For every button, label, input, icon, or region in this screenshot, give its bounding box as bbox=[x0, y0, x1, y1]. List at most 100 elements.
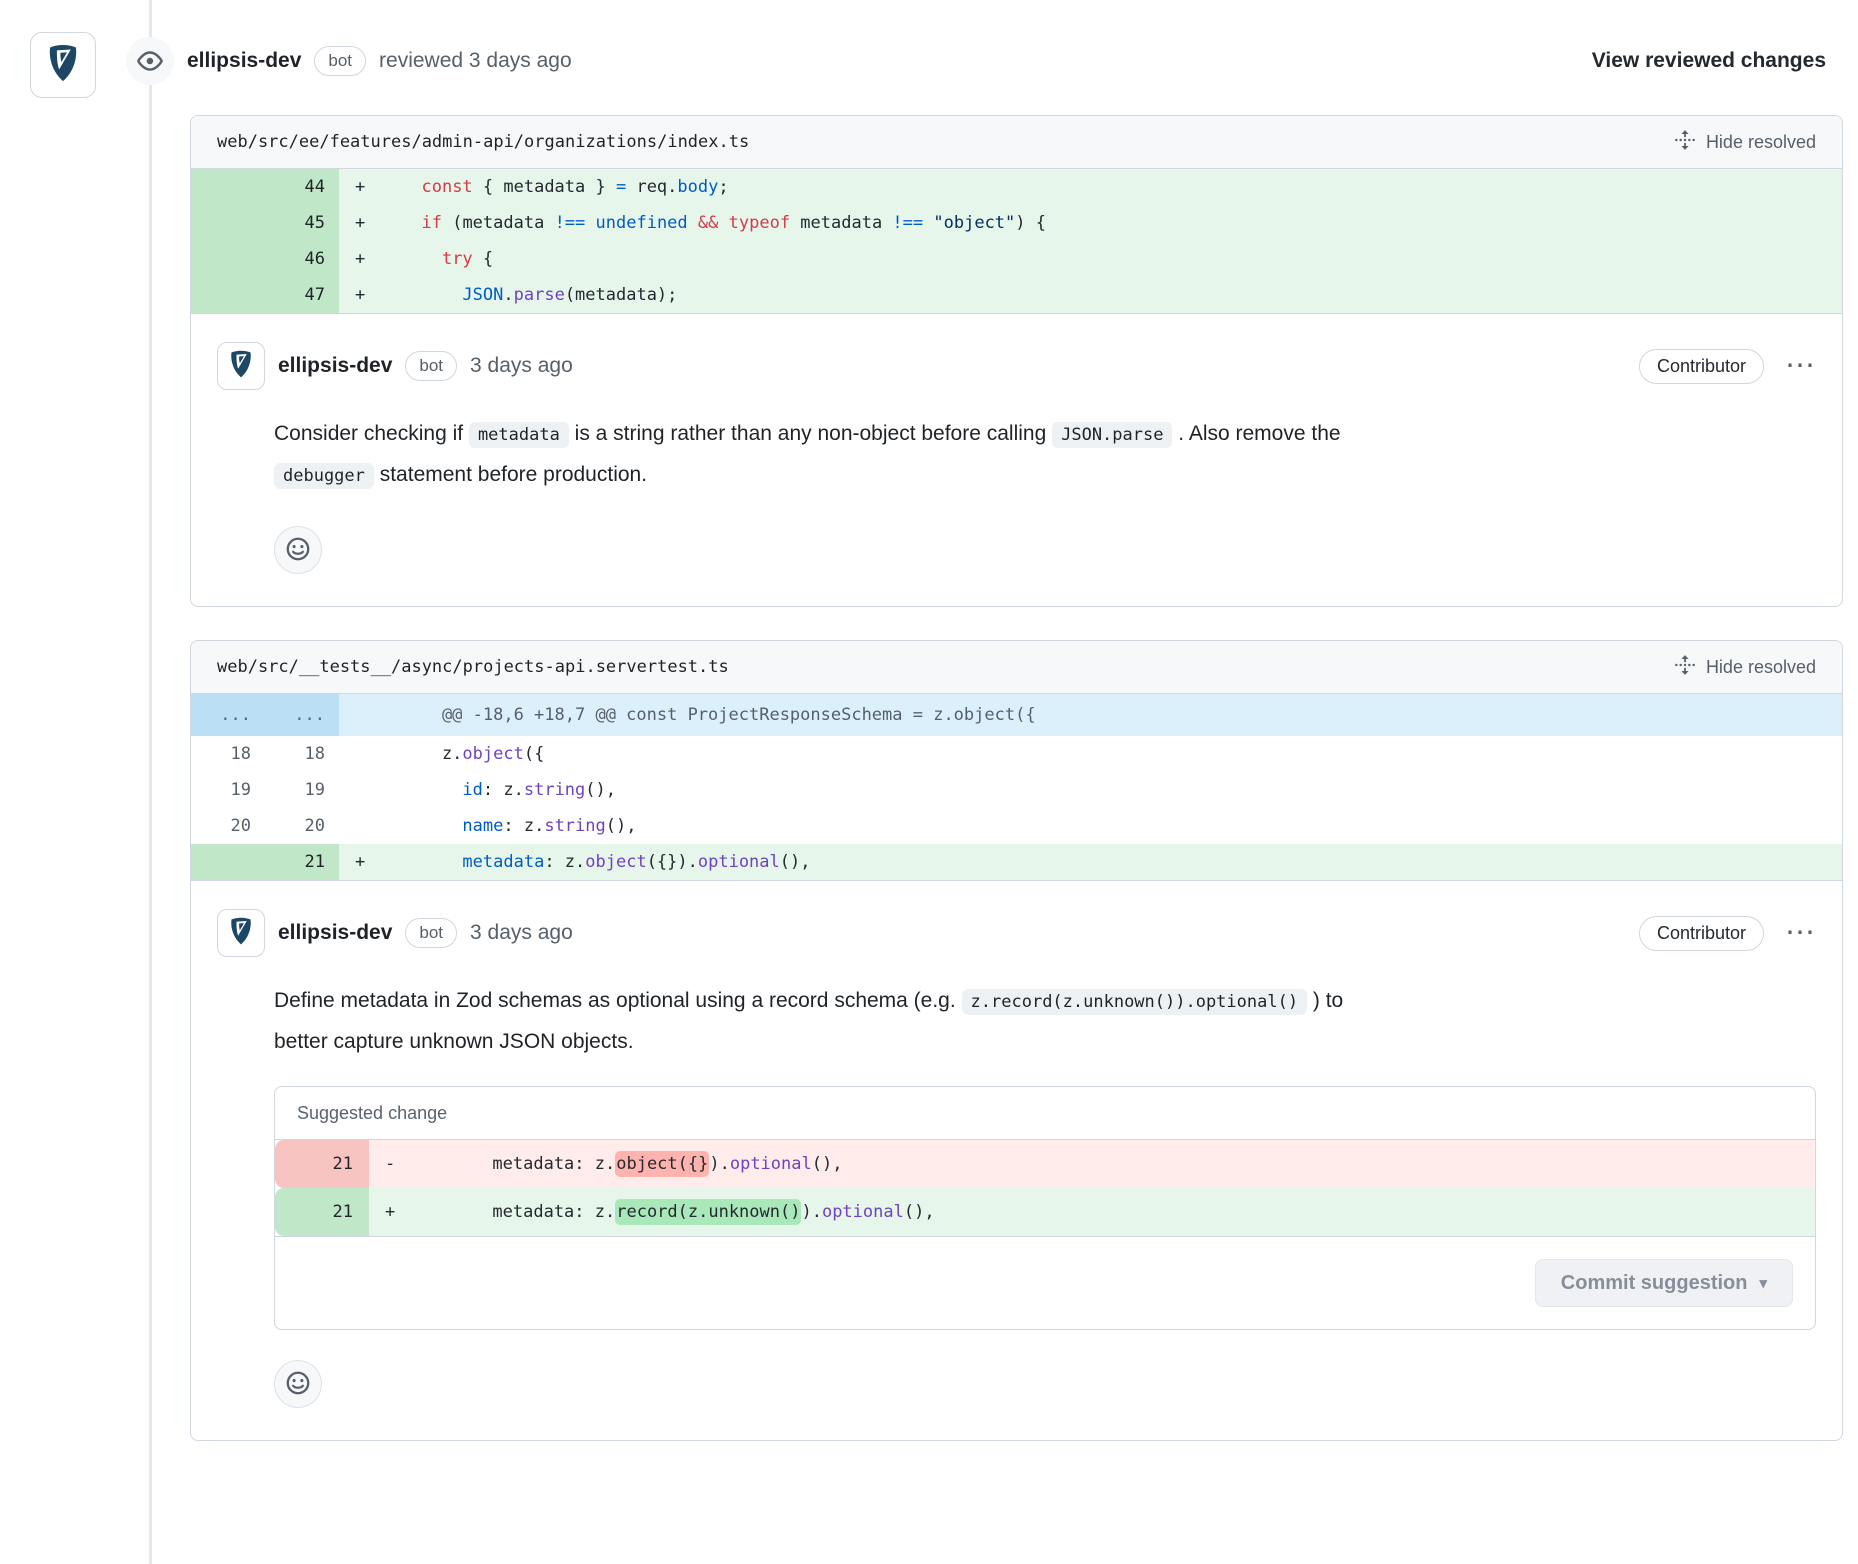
pull-request-review: ellipsis-dev bot reviewed 3 days ago Vie… bbox=[0, 0, 1858, 1564]
line-number-old: 20 bbox=[191, 808, 265, 844]
line-number-old: 19 bbox=[191, 772, 265, 808]
diff-row: ...... @@ -18,6 +18,7 @@ const ProjectRe… bbox=[191, 694, 1842, 736]
diff-marker bbox=[339, 808, 401, 844]
diff-block: ...... @@ -18,6 +18,7 @@ const ProjectRe… bbox=[191, 694, 1842, 880]
line-number-new: 18 bbox=[265, 736, 339, 772]
review-author[interactable]: ellipsis-dev bbox=[187, 49, 301, 73]
diff-marker bbox=[339, 736, 401, 772]
diff-row: 44+ const { metadata } = req.body; bbox=[191, 169, 1842, 205]
review-thread-card-2: web/src/__tests__/async/projects-api.ser… bbox=[190, 640, 1843, 1441]
line-number: 21 bbox=[275, 1140, 369, 1188]
comment-header: ellipsis-dev bot 3 days ago Contributor … bbox=[217, 909, 1816, 957]
diff-marker: + bbox=[339, 205, 401, 241]
comment-author[interactable]: ellipsis-dev bbox=[278, 354, 392, 378]
line-number-old: 18 bbox=[191, 736, 265, 772]
line-number-new: 19 bbox=[265, 772, 339, 808]
inline-code: JSON.parse bbox=[1052, 422, 1172, 448]
line-number-new: 44 bbox=[265, 169, 339, 205]
review-action-text: reviewed 3 days ago bbox=[379, 49, 572, 73]
fold-icon bbox=[1674, 654, 1696, 681]
avatar[interactable] bbox=[217, 909, 265, 957]
diff-marker: + bbox=[339, 241, 401, 277]
kebab-menu[interactable]: ⋯ bbox=[1785, 918, 1816, 948]
ellipsis-dev-logo-icon bbox=[224, 914, 258, 953]
view-reviewed-changes-link[interactable]: View reviewed changes bbox=[1592, 49, 1826, 73]
line-number-old bbox=[191, 844, 265, 880]
add-reaction-button[interactable] bbox=[274, 526, 322, 574]
comment-body: Define metadata in Zod schemas as option… bbox=[274, 981, 1816, 1062]
timeline-line bbox=[149, 0, 152, 1564]
comment-timestamp[interactable]: 3 days ago bbox=[470, 354, 573, 378]
diff-row: 47+ JSON.parse(metadata); bbox=[191, 277, 1842, 313]
line-number-old bbox=[191, 169, 265, 205]
file-header: web/src/__tests__/async/projects-api.ser… bbox=[191, 641, 1842, 694]
code-line: metadata: z.object({}).optional(), bbox=[401, 844, 1842, 880]
comment-timestamp[interactable]: 3 days ago bbox=[470, 921, 573, 945]
comment-header: ellipsis-dev bot 3 days ago Contributor … bbox=[217, 342, 1816, 390]
hide-resolved-label: Hide resolved bbox=[1706, 132, 1816, 153]
line-number-new: 47 bbox=[265, 277, 339, 313]
diff-marker bbox=[339, 694, 401, 736]
avatar[interactable] bbox=[217, 342, 265, 390]
fold-icon bbox=[1674, 129, 1696, 156]
diff-row: 21- metadata: z.object({}).optional(), bbox=[275, 1140, 1815, 1188]
hide-resolved-button[interactable]: Hide resolved bbox=[1674, 654, 1816, 681]
code-line: const { metadata } = req.body; bbox=[401, 169, 1842, 205]
smiley-icon bbox=[285, 536, 311, 565]
comment-author[interactable]: ellipsis-dev bbox=[278, 921, 392, 945]
line-number-new: ... bbox=[265, 694, 339, 736]
code-line: JSON.parse(metadata); bbox=[401, 277, 1842, 313]
line-number: 21 bbox=[275, 1188, 369, 1236]
avatar[interactable] bbox=[30, 32, 96, 98]
code-line: metadata: z.record(z.unknown()).optional… bbox=[431, 1188, 1815, 1236]
inline-code: metadata bbox=[469, 422, 569, 448]
hide-resolved-label: Hide resolved bbox=[1706, 657, 1816, 678]
code-line: metadata: z.object({}).optional(), bbox=[431, 1140, 1815, 1188]
code-line: id: z.string(), bbox=[401, 772, 1842, 808]
file-header: web/src/ee/features/admin-api/organizati… bbox=[191, 116, 1842, 169]
suggested-change-block: Suggested change 21- metadata: z.object(… bbox=[274, 1086, 1816, 1330]
review-header: ellipsis-dev bot reviewed 3 days ago Vie… bbox=[126, 36, 1826, 86]
line-number-new: 46 bbox=[265, 241, 339, 277]
diff-marker: - bbox=[369, 1140, 431, 1188]
contributor-badge: Contributor bbox=[1639, 916, 1764, 951]
review-comment: ellipsis-dev bot 3 days ago Contributor … bbox=[191, 880, 1842, 1440]
commit-suggestion-button[interactable]: Commit suggestion ▾ bbox=[1535, 1259, 1793, 1307]
line-number-old bbox=[191, 205, 265, 241]
line-number-old: ... bbox=[191, 694, 265, 736]
code-line: if (metadata !== undefined && typeof met… bbox=[401, 205, 1842, 241]
inline-code: debugger bbox=[274, 463, 374, 489]
line-number-old bbox=[191, 241, 265, 277]
suggested-change-label: Suggested change bbox=[275, 1087, 1815, 1140]
review-threads: web/src/ee/features/admin-api/organizati… bbox=[190, 115, 1843, 1474]
diff-marker: + bbox=[339, 169, 401, 205]
line-number-old bbox=[191, 277, 265, 313]
line-number-new: 20 bbox=[265, 808, 339, 844]
code-line: @@ -18,6 +18,7 @@ const ProjectResponseS… bbox=[401, 694, 1842, 736]
hide-resolved-button[interactable]: Hide resolved bbox=[1674, 129, 1816, 156]
inline-code: z.record(z.unknown()).optional() bbox=[962, 989, 1308, 1015]
contributor-badge: Contributor bbox=[1639, 349, 1764, 384]
review-thread-card-1: web/src/ee/features/admin-api/organizati… bbox=[190, 115, 1843, 607]
add-reaction-button[interactable] bbox=[274, 1360, 322, 1408]
ellipsis-dev-logo-icon bbox=[40, 40, 86, 91]
code-line: z.object({ bbox=[401, 736, 1842, 772]
commit-suggestion-label: Commit suggestion bbox=[1561, 1272, 1748, 1295]
diff-block: 44+ const { metadata } = req.body;45+ if… bbox=[191, 169, 1842, 313]
line-number-new: 21 bbox=[265, 844, 339, 880]
diff-row: 21+ metadata: z.object({}).optional(), bbox=[191, 844, 1842, 880]
file-path-link[interactable]: web/src/__tests__/async/projects-api.ser… bbox=[217, 657, 729, 677]
review-comment: ellipsis-dev bot 3 days ago Contributor … bbox=[191, 313, 1842, 606]
bot-badge: bot bbox=[314, 46, 366, 75]
line-number-new: 45 bbox=[265, 205, 339, 241]
smiley-icon bbox=[285, 1370, 311, 1399]
code-line: name: z.string(), bbox=[401, 808, 1842, 844]
bot-badge: bot bbox=[405, 351, 457, 380]
suggestion-footer: Commit suggestion ▾ bbox=[275, 1236, 1815, 1329]
diff-row: 46+ try { bbox=[191, 241, 1842, 277]
file-path-link[interactable]: web/src/ee/features/admin-api/organizati… bbox=[217, 132, 749, 152]
bot-badge: bot bbox=[405, 918, 457, 947]
ellipsis-dev-logo-icon bbox=[224, 347, 258, 386]
kebab-menu[interactable]: ⋯ bbox=[1785, 351, 1816, 381]
diff-row: 2020 name: z.string(), bbox=[191, 808, 1842, 844]
